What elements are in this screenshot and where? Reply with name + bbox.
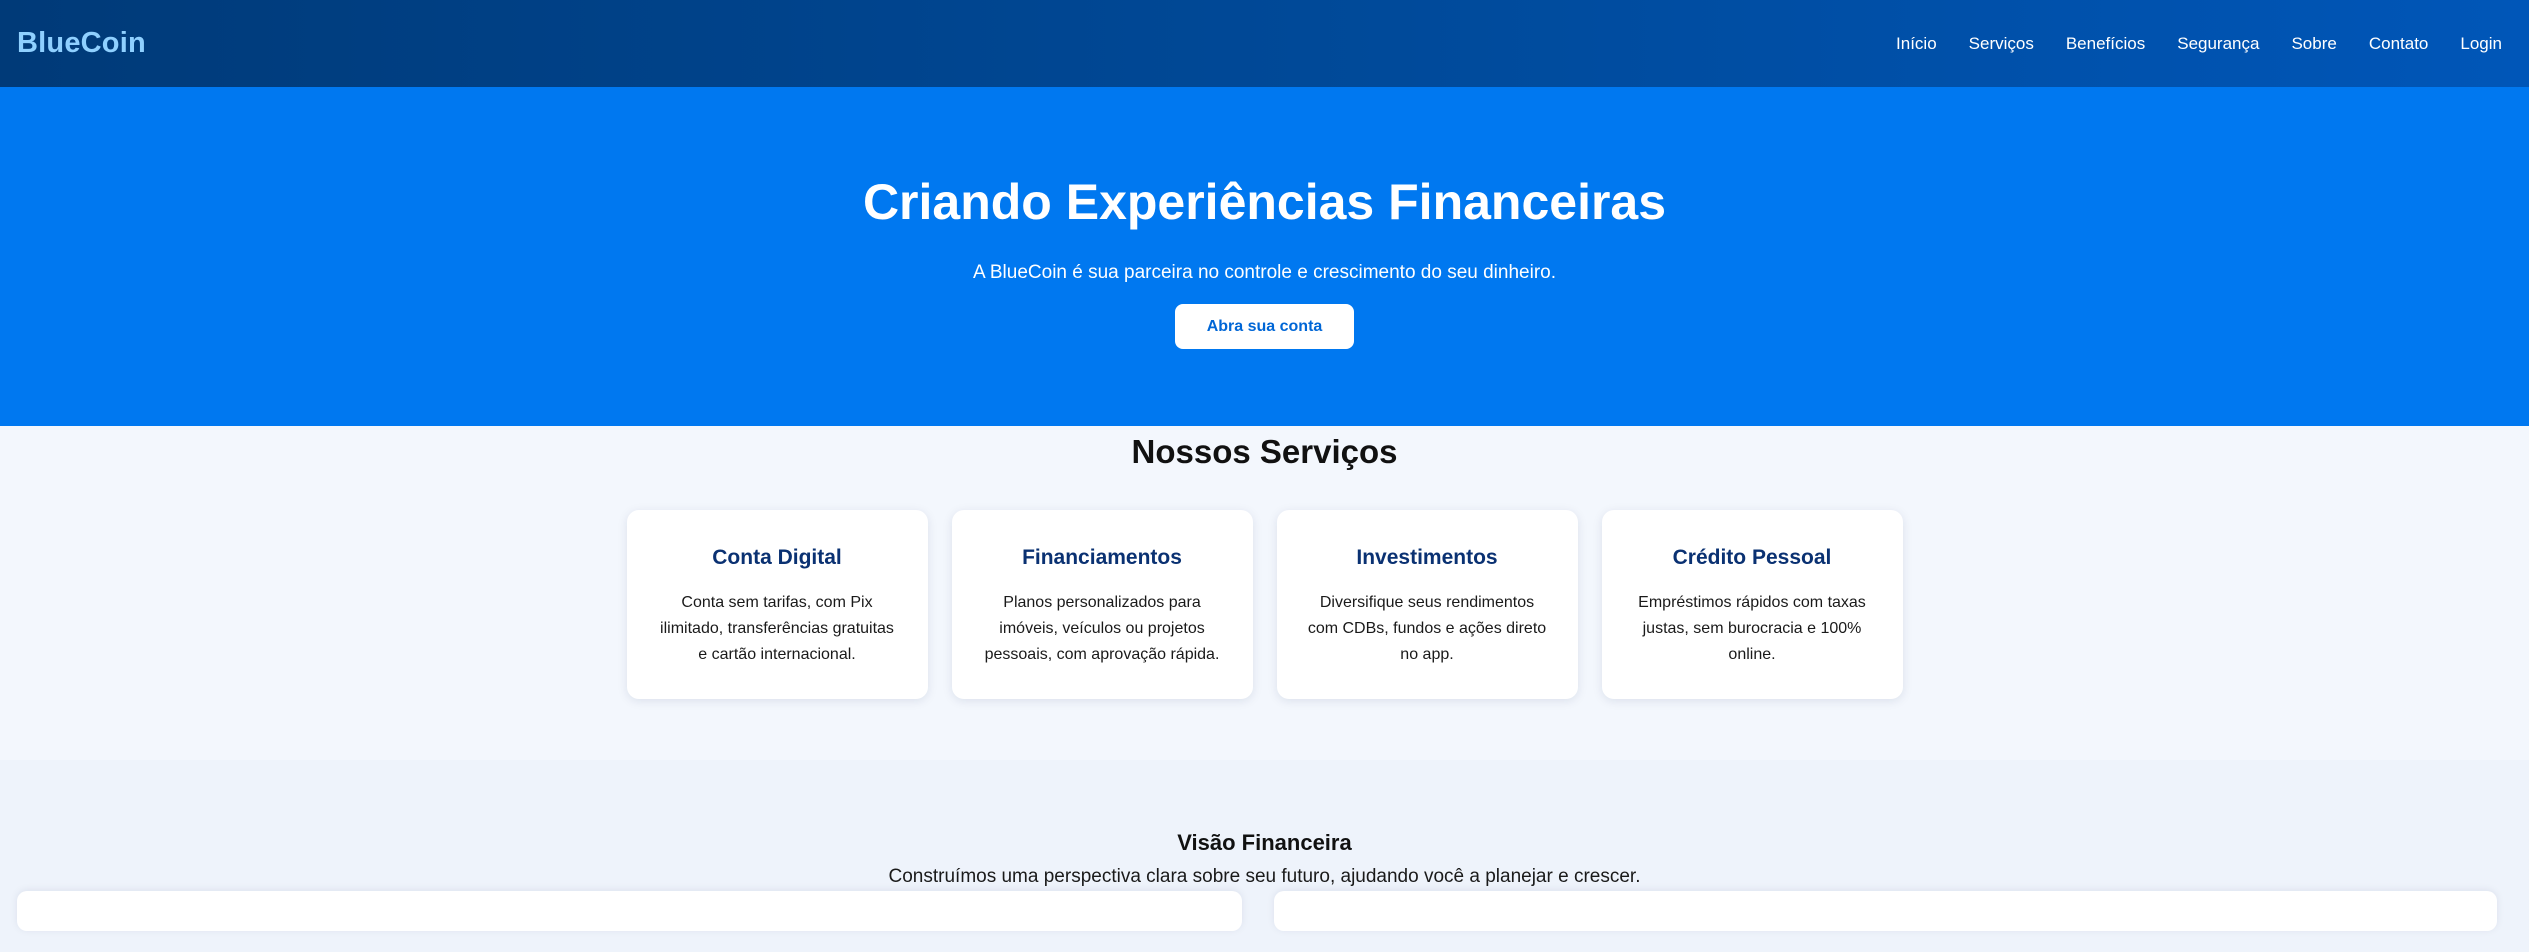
service-card-investimentos: Investimentos Diversifique seus rendimen… [1276, 510, 1578, 699]
service-card-title: Conta Digital [712, 546, 842, 569]
vision-title: Visão Financeira [1177, 830, 1352, 855]
service-card-text: Empréstimos rápidos com taxas justas, se… [1638, 594, 1866, 663]
navbar: BlueCoin Início Serviços Benefícios Segu… [0, 0, 2529, 87]
hero-section: Criando Experiências Financeiras A BlueC… [0, 87, 2529, 426]
services-title: Nossos Serviços [1131, 433, 1398, 470]
service-card-credito-pessoal: Crédito Pessoal Empréstimos rápidos com … [1601, 510, 1903, 699]
nav-link-contato[interactable]: Contato [2369, 34, 2429, 54]
nav-links: Início Serviços Benefícios Segurança Sob… [1896, 34, 2512, 54]
hero-title: Criando Experiências Financeiras [862, 174, 1667, 230]
open-account-button[interactable]: Abra sua conta [1175, 304, 1354, 349]
service-card-text: Conta sem tarifas, com Pix ilimitado, tr… [660, 594, 894, 663]
service-card-title: Crédito Pessoal [1672, 546, 1832, 569]
hero-subtitle: A BlueCoin é sua parceira no controle e … [972, 262, 1556, 283]
vision-subtitle: Construímos uma perspectiva clara sobre … [888, 866, 1641, 887]
nav-link-seguranca[interactable]: Segurança [2177, 34, 2259, 54]
service-cards: Conta Digital Conta sem tarifas, com Pix… [0, 510, 2529, 699]
vision-panel-right [1274, 891, 2497, 931]
service-card-title: Investimentos [1356, 546, 1498, 569]
nav-link-inicio[interactable]: Início [1896, 34, 1937, 54]
nav-link-login[interactable]: Login [2460, 34, 2502, 54]
service-card-financiamentos: Financiamentos Planos personalizados par… [951, 510, 1253, 699]
nav-link-beneficios[interactable]: Benefícios [2066, 34, 2145, 54]
service-card-conta-digital: Conta Digital Conta sem tarifas, com Pix… [626, 510, 928, 699]
services-section: Nossos Serviços Conta Digital Conta sem … [0, 426, 2529, 760]
service-card-title: Financiamentos [1022, 546, 1182, 569]
service-card-text: Diversifique seus rendimentos com CDBs, … [1307, 594, 1547, 663]
service-card-text: Planos personalizados para imóveis, veíc… [984, 594, 1220, 663]
nav-link-sobre[interactable]: Sobre [2291, 34, 2336, 54]
vision-panel-left [17, 891, 1242, 931]
brand-logo[interactable]: BlueCoin [17, 27, 146, 60]
vision-section: Visão Financeira Construímos uma perspec… [0, 760, 2529, 952]
nav-link-servicos[interactable]: Serviços [1969, 34, 2034, 54]
